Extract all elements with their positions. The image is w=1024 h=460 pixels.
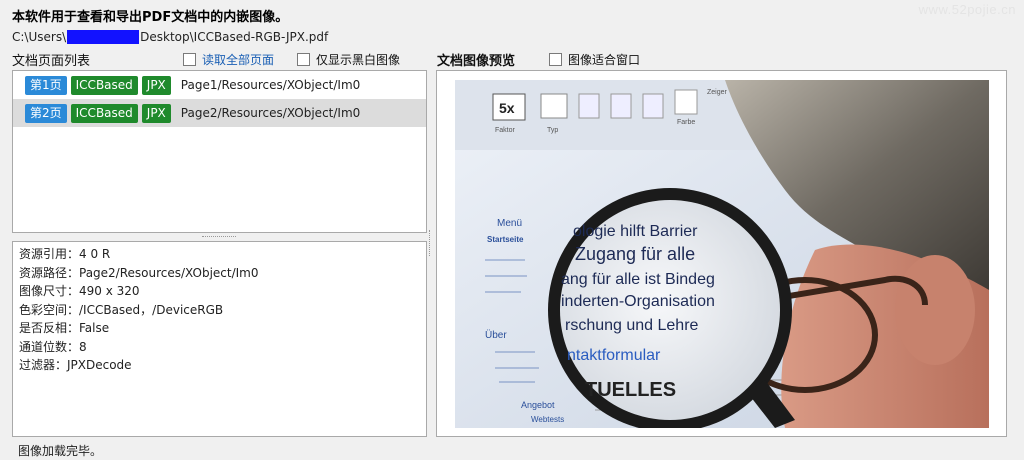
magnified-link: ntaktformular [567, 347, 661, 364]
magnified-line-4: inderten-Organisation [561, 293, 715, 310]
magnified-line-3: ang für alle ist Bindeg [561, 271, 715, 288]
redacted-username [67, 30, 140, 44]
list-item[interactable]: 第1页 ICCBased JPX Page1/Resources/XObject… [13, 71, 426, 99]
read-all-pages-checkbox[interactable]: 读取全部页面 [183, 51, 274, 68]
magnified-line-2: Zugang für alle [575, 244, 695, 264]
info-bits: 通道位数：8 [19, 339, 87, 354]
info-resource-path: 资源路径：Page2/Resources/XObject/Im0 [19, 265, 259, 280]
preview-label: 文档图像预览 [437, 54, 516, 69]
image-info-box[interactable]: 资源引用：4 0 R 资源路径：Page2/Resources/XObject/… [12, 241, 427, 437]
toolbar-faktor-text: Faktor [495, 127, 516, 134]
file-path-suffix: Desktop\ICCBased-RGB-JPX.pdf [140, 30, 329, 44]
screen-angebot-text: Angebot [521, 400, 555, 410]
page-list[interactable]: 第1页 ICCBased JPX Page1/Resources/XObject… [12, 70, 427, 233]
only-bw-label[interactable]: 仅显示黑白图像 [316, 51, 400, 68]
file-path-prefix: C:\Users\ [12, 30, 67, 44]
screen-uber-text: Über [485, 329, 507, 341]
format-tag: JPX [141, 75, 171, 95]
resource-path: Page2/Resources/XObject/Im0 [180, 106, 361, 120]
toolbar-zeiger-text: Zeiger [707, 89, 728, 96]
read-all-pages-label[interactable]: 读取全部页面 [202, 51, 274, 68]
colorspace-tag: ICCBased [70, 75, 138, 95]
preview-image: 5x Faktor Typ Farbe Zeiger Menü Startsei… [455, 80, 989, 428]
magnified-line-5: rschung und Lehre [565, 317, 699, 334]
status-bar-text: 图像加载完毕。 [18, 444, 103, 458]
checkbox-box[interactable] [549, 53, 562, 66]
app-description: 本软件用于查看和导出PDF文档中的内嵌图像。 [12, 10, 289, 25]
list-item-selected[interactable]: 第2页 ICCBased JPX Page2/Resources/XObject… [13, 99, 426, 127]
checkbox-box[interactable] [297, 53, 310, 66]
checkbox-box[interactable] [183, 53, 196, 66]
toolbar-5x-text: 5x [499, 100, 515, 116]
format-tag: JPX [141, 103, 171, 123]
resource-path: Page1/Resources/XObject/Im0 [180, 78, 361, 92]
screen-webtests-text: Webtests [531, 415, 564, 424]
file-path: C:\Users\ Desktop\ICCBased-RGB-JPX.pdf [12, 30, 328, 44]
screen-menu-text: Menü [497, 218, 522, 229]
page-tag: 第2页 [25, 103, 67, 123]
screen-startseite-text: Startseite [487, 235, 524, 244]
vertical-splitter[interactable] [429, 230, 432, 256]
colorspace-tag: ICCBased [70, 103, 138, 123]
info-filter: 过滤器：JPXDecode [19, 358, 132, 372]
fit-window-checkbox[interactable]: 图像适合窗口 [549, 51, 640, 68]
watermark: www.52pojie.cn [918, 2, 1016, 17]
magnified-line-1: ologie hilft Barrier [573, 223, 698, 240]
fit-window-label[interactable]: 图像适合窗口 [568, 51, 640, 68]
splitter-grip[interactable] [202, 236, 236, 238]
page-list-label: 文档页面列表 [12, 54, 91, 69]
image-preview-panel[interactable]: 5x Faktor Typ Farbe Zeiger Menü Startsei… [436, 70, 1007, 437]
info-resource-ref: 资源引用：4 0 R [19, 247, 111, 261]
magnified-aktuelles: TUELLES [585, 379, 676, 401]
page-tag: 第1页 [25, 75, 67, 95]
horizontal-splitter[interactable] [12, 234, 427, 240]
only-bw-checkbox[interactable]: 仅显示黑白图像 [297, 51, 400, 68]
info-inverted: 是否反相：False [19, 321, 110, 335]
info-colorspace: 色彩空间：/ICCBased，/DeviceRGB [19, 302, 224, 317]
toolbar-farbe-text: Farbe [677, 119, 695, 126]
toolbar-typ-text: Typ [547, 127, 558, 134]
info-image-size: 图像尺寸：490 x 320 [19, 284, 140, 298]
